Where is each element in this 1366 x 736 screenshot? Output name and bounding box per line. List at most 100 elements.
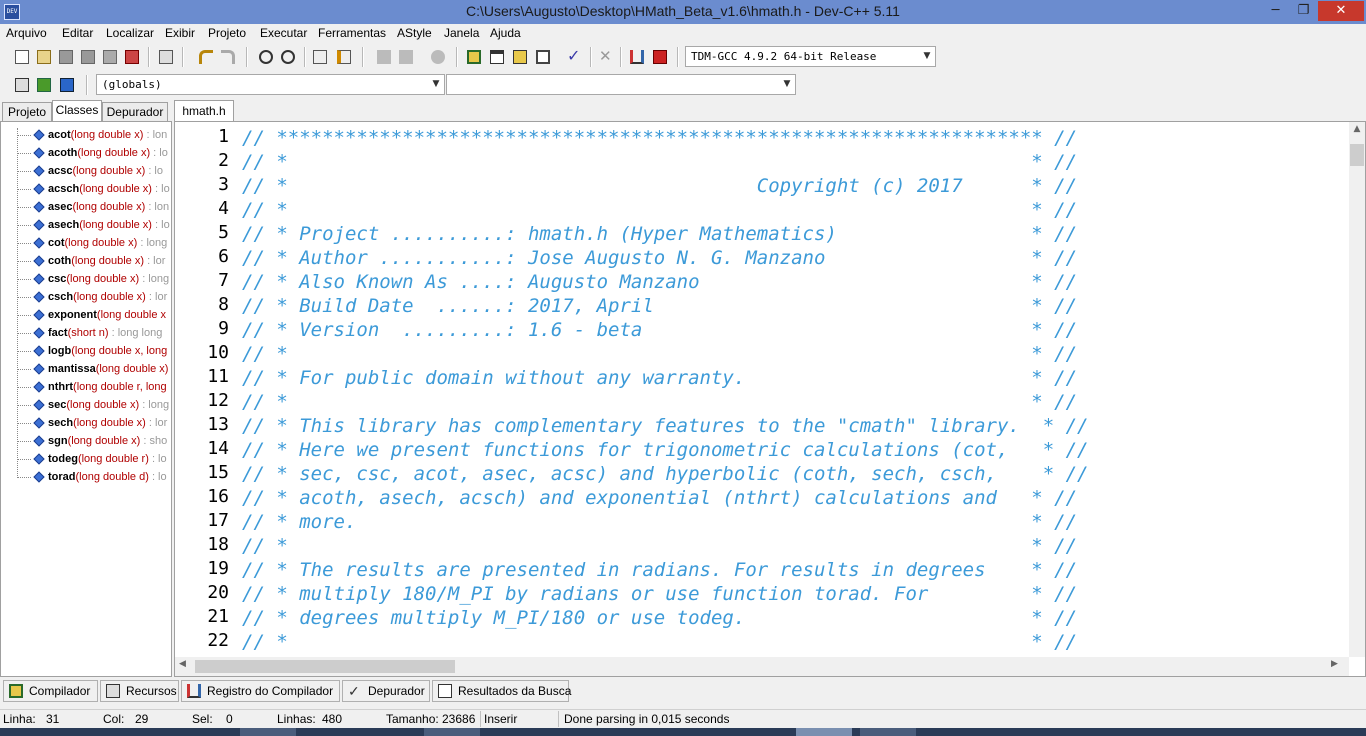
menu-projeto[interactable]: Projeto [208,26,246,40]
tab-depurador[interactable]: Depurador [102,102,168,122]
replace-button[interactable] [278,47,298,67]
open-file-button[interactable] [34,47,54,67]
unindent-button[interactable] [396,47,416,67]
code-line[interactable]: // * Build Date ......: 2017, April * // [242,294,1077,318]
goto-definition-button[interactable] [57,75,77,95]
find-button[interactable] [256,47,276,67]
menu-localizar[interactable]: Localizar [106,26,154,40]
code-area[interactable]: // *************************************… [242,122,1342,657]
profile-button[interactable] [627,47,647,67]
code-line[interactable]: // * * // [242,150,1077,174]
tab-compilador[interactable]: Compilador [3,680,98,702]
new-project-button[interactable] [464,47,484,67]
code-line[interactable]: // * Project ..........: hmath.h (Hyper … [242,222,1077,246]
code-line[interactable]: // * Also Known As ....: Augusto Manzano… [242,270,1077,294]
class-item[interactable]: acsc(long double x) : lo [1,162,171,180]
menu-astyle[interactable]: AStyle [397,26,432,40]
save-button[interactable] [56,47,76,67]
class-item[interactable]: sgn(long double x) : sho [1,432,171,450]
code-line[interactable]: // * acoth, asech, acsch) and exponentia… [242,486,1077,510]
class-item[interactable]: acsch(long double x) : lo [1,180,171,198]
tab-classes[interactable]: Classes [52,100,102,122]
class-item[interactable]: csch(long double x) : lor [1,288,171,306]
code-line[interactable]: // * * // [242,342,1077,366]
code-line[interactable]: // * This library has complementary feat… [242,414,1088,438]
vertical-scrollbar[interactable]: ▲ [1349,122,1365,657]
taskbar-item[interactable] [796,728,852,736]
class-item[interactable]: fact(short n) : long long [1,324,171,342]
code-editor[interactable]: 1 2 3 4 5 6 7 8 9 10 11 12 13 14 15 16 17 18 19 20 21 22 // *… [174,121,1366,677]
code-line[interactable]: // * * // [242,198,1077,222]
tab-recursos[interactable]: Recursos [100,680,179,702]
class-browser-button[interactable] [510,47,530,67]
scroll-up-icon[interactable]: ▲ [1349,124,1365,138]
code-line[interactable]: // * Version .........: 1.6 - beta * // [242,318,1077,342]
code-line[interactable]: // * more. * // [242,510,1077,534]
scroll-left-icon[interactable]: ◀ [179,659,191,669]
code-line[interactable]: // * degrees multiply M_PI/180 or use to… [242,606,1077,630]
close-button[interactable]: ✕ [1318,1,1364,21]
class-item[interactable]: cot(long double x) : long [1,234,171,252]
code-line[interactable]: // * Copyright (c) 2017 * // [242,174,1077,198]
menu-janela[interactable]: Janela [444,26,479,40]
scope-select[interactable]: (globals) ▼ [96,74,445,95]
print-button[interactable] [156,47,176,67]
indent-button[interactable] [374,47,394,67]
save-all-button[interactable] [78,47,98,67]
code-line[interactable]: // * sec, csc, acot, asec, acsc) and hyp… [242,462,1088,486]
code-line[interactable]: // * Author ...........: Jose Augusto N.… [242,246,1077,270]
minimize-button[interactable]: ─ [1262,1,1289,21]
undo-button[interactable] [196,47,216,67]
menu-executar[interactable]: Executar [260,26,307,40]
new-file-button[interactable] [12,47,32,67]
close-all-button[interactable] [122,47,142,67]
taskbar-item[interactable] [240,728,296,736]
new-window-button[interactable] [487,47,507,67]
tab-depurador-output[interactable]: ✓ Depurador [342,680,430,702]
toggle-bookmark-button[interactable] [334,47,354,67]
code-line[interactable]: // *************************************… [242,126,1077,150]
insert-button[interactable] [12,75,32,95]
tab-resultados-busca[interactable]: Resultados da Busca [432,680,571,702]
menu-ferramentas[interactable]: Ferramentas [318,26,386,40]
class-item[interactable]: exponent(long double x [1,306,171,324]
code-line[interactable]: // * For public domain without any warra… [242,366,1077,390]
goto-button[interactable] [34,75,54,95]
delete-profile-button[interactable] [650,47,670,67]
code-line[interactable]: // * * // [242,534,1077,558]
function-select[interactable]: ▼ [446,74,796,95]
class-item[interactable]: logb(long double x, long [1,342,171,360]
class-item[interactable]: nthrt(long double r, long [1,378,171,396]
class-item[interactable]: acoth(long double x) : lo [1,144,171,162]
tab-registro-compilador[interactable]: Registro do Compilador [181,680,340,702]
taskbar-item[interactable] [424,728,480,736]
redo-button[interactable] [218,47,238,67]
menu-editar[interactable]: Editar [62,26,93,40]
tile-windows-button[interactable] [533,47,553,67]
class-item[interactable]: coth(long double x) : lor [1,252,171,270]
vertical-scroll-thumb[interactable] [1350,144,1364,166]
compiler-select[interactable]: TDM-GCC 4.9.2 64-bit Release ▼ [685,46,936,67]
horizontal-scrollbar[interactable]: ◀ ▶ [175,657,1349,676]
class-item[interactable]: sech(long double x) : lor [1,414,171,432]
tab-projeto[interactable]: Projeto [2,102,52,122]
code-line[interactable]: // * The results are presented in radian… [242,558,1077,582]
code-line[interactable]: // * multiply 180/M_PI by radians or use… [242,582,1077,606]
menu-arquivo[interactable]: Arquivo [6,26,47,40]
class-item[interactable]: asec(long double x) : lon [1,198,171,216]
close-file-button[interactable] [100,47,120,67]
compile-button[interactable]: ✓ [564,47,584,67]
menu-exibir[interactable]: Exibir [165,26,195,40]
class-item[interactable]: todeg(long double r) : lo [1,450,171,468]
scroll-right-icon[interactable]: ▶ [1331,659,1343,669]
class-item[interactable]: sec(long double x) : long [1,396,171,414]
code-line[interactable]: // * * // [242,390,1077,414]
comment-button[interactable] [428,47,448,67]
class-item[interactable]: csc(long double x) : long [1,270,171,288]
code-line[interactable]: // * * // [242,630,1077,654]
tab-hmath-h[interactable]: hmath.h [174,100,234,122]
code-line[interactable]: // * Here we present functions for trigo… [242,438,1088,462]
class-item[interactable]: torad(long double d) : lo [1,468,171,486]
class-item[interactable]: acot(long double x) : lon [1,126,171,144]
class-item[interactable]: mantissa(long double x) [1,360,171,378]
